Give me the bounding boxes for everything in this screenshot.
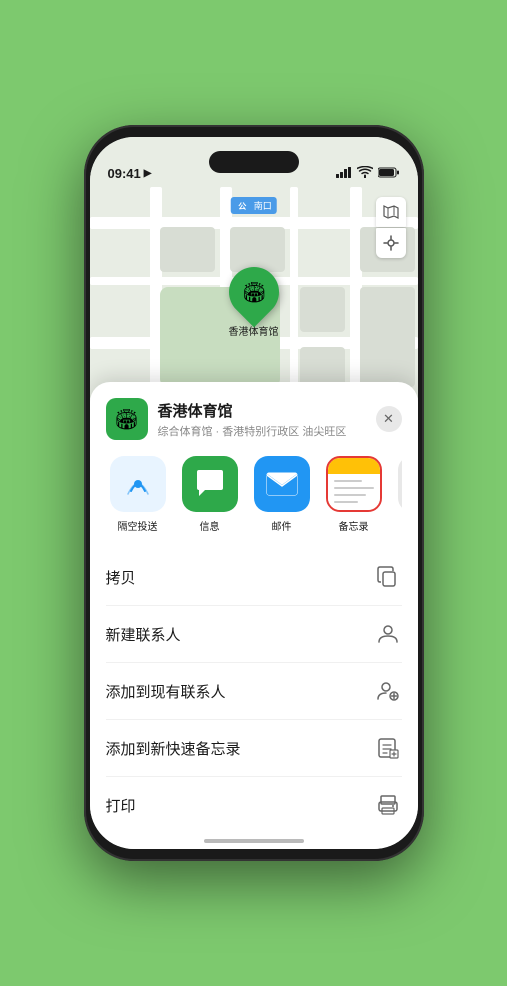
map-label: 公 南口: [230, 197, 277, 214]
share-row: 隔空投送 信息: [106, 456, 402, 533]
venue-name: 香港体育馆: [158, 400, 366, 421]
share-item-messages[interactable]: 信息: [178, 456, 242, 533]
airdrop-icon: [110, 456, 166, 512]
add-contact-icon: [374, 677, 402, 705]
location-button[interactable]: [376, 228, 406, 258]
messages-label: 信息: [200, 518, 220, 533]
menu-item-add-notes[interactable]: 添加到新快速备忘录: [106, 720, 402, 777]
new-contact-label: 新建联系人: [106, 624, 181, 645]
map-controls: [376, 197, 406, 258]
airdrop-label: 隔空投送: [118, 518, 158, 533]
bottom-sheet: 🏟 香港体育馆 综合体育馆 · 香港特别行政区 油尖旺区 ✕: [90, 382, 418, 849]
notes-top-bar: [328, 458, 380, 474]
share-item-airdrop[interactable]: 隔空投送: [106, 456, 170, 533]
notes-icon: [326, 456, 382, 512]
add-notes-icon: [374, 734, 402, 762]
location-arrow-icon: ▶: [144, 168, 152, 179]
venue-subtitle: 综合体育馆 · 香港特别行政区 油尖旺区: [158, 423, 366, 439]
add-notes-label: 添加到新快速备忘录: [106, 738, 241, 759]
venue-info: 香港体育馆 综合体育馆 · 香港特别行政区 油尖旺区: [158, 400, 366, 439]
home-indicator: [204, 839, 304, 843]
menu-item-new-contact[interactable]: 新建联系人: [106, 606, 402, 663]
share-item-mail[interactable]: 邮件: [250, 456, 314, 533]
location-pin: 🏟 香港体育馆: [229, 267, 279, 338]
mail-icon: [254, 456, 310, 512]
copy-label: 拷贝: [106, 567, 136, 588]
close-button[interactable]: ✕: [376, 406, 402, 432]
add-existing-label: 添加到现有联系人: [106, 681, 226, 702]
mail-label: 邮件: [272, 518, 292, 533]
messages-icon: [182, 456, 238, 512]
phone-screen: 09:41 ▶: [90, 137, 418, 849]
status-time: 09:41 ▶: [108, 166, 152, 181]
notes-lines: [328, 474, 380, 510]
status-icons: [336, 166, 400, 181]
signal-icon: [336, 167, 352, 181]
venue-header: 🏟 香港体育馆 综合体育馆 · 香港特别行政区 油尖旺区 ✕: [106, 398, 402, 440]
pin-icon: 🏟: [218, 257, 289, 328]
dynamic-island: [209, 151, 299, 173]
map-type-button[interactable]: [376, 197, 406, 227]
phone-frame: 09:41 ▶: [84, 125, 424, 861]
menu-list: 拷贝 新建联系人: [106, 549, 402, 833]
notes-label: 备忘录: [339, 518, 369, 533]
copy-icon: [374, 563, 402, 591]
print-icon: [374, 791, 402, 819]
more-icon: [398, 456, 402, 512]
menu-item-add-existing[interactable]: 添加到现有联系人: [106, 663, 402, 720]
wifi-icon: [357, 166, 373, 181]
menu-item-print[interactable]: 打印: [106, 777, 402, 833]
venue-icon: 🏟: [106, 398, 148, 440]
menu-item-copy[interactable]: 拷贝: [106, 549, 402, 606]
share-item-notes[interactable]: 备忘录: [322, 456, 386, 533]
time-display: 09:41: [108, 166, 141, 181]
share-item-more[interactable]: 提: [394, 456, 402, 533]
print-label: 打印: [106, 795, 136, 816]
new-contact-icon: [374, 620, 402, 648]
battery-icon: [378, 167, 400, 181]
